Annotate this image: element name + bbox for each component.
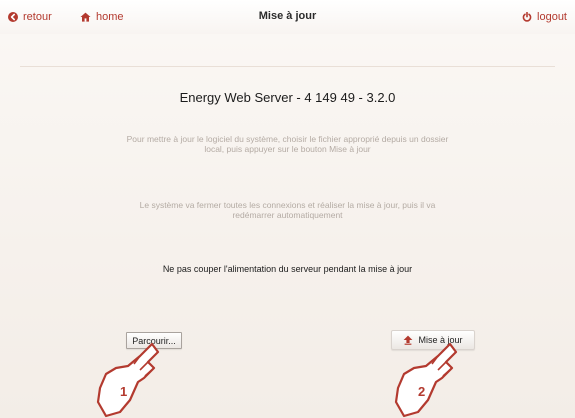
power-warning-text: Ne pas couper l'alimentation du serveur … <box>162 264 413 274</box>
pointing-hand-icon <box>394 342 458 418</box>
top-bar: retour home Mise à jour logout <box>0 0 575 34</box>
callout-number-2: 2 <box>418 384 426 399</box>
product-title: Energy Web Server - 4 149 49 - 3.2.0 <box>179 90 396 105</box>
pointing-hand-icon <box>96 342 160 418</box>
callout-hand-1: 1 <box>90 342 166 418</box>
callout-hand-2: 2 <box>388 342 464 418</box>
logout-label: logout <box>537 11 567 23</box>
instructions-text: Pour mettre à jour le logiciel du systèm… <box>126 134 449 154</box>
page-title: Mise à jour <box>258 10 317 22</box>
callout-number-1: 1 <box>120 384 128 399</box>
restart-notice-text: Le système va fermer toutes les connexio… <box>139 200 436 220</box>
power-icon <box>522 12 532 22</box>
logout-link[interactable]: logout <box>522 9 567 25</box>
divider <box>20 66 555 67</box>
